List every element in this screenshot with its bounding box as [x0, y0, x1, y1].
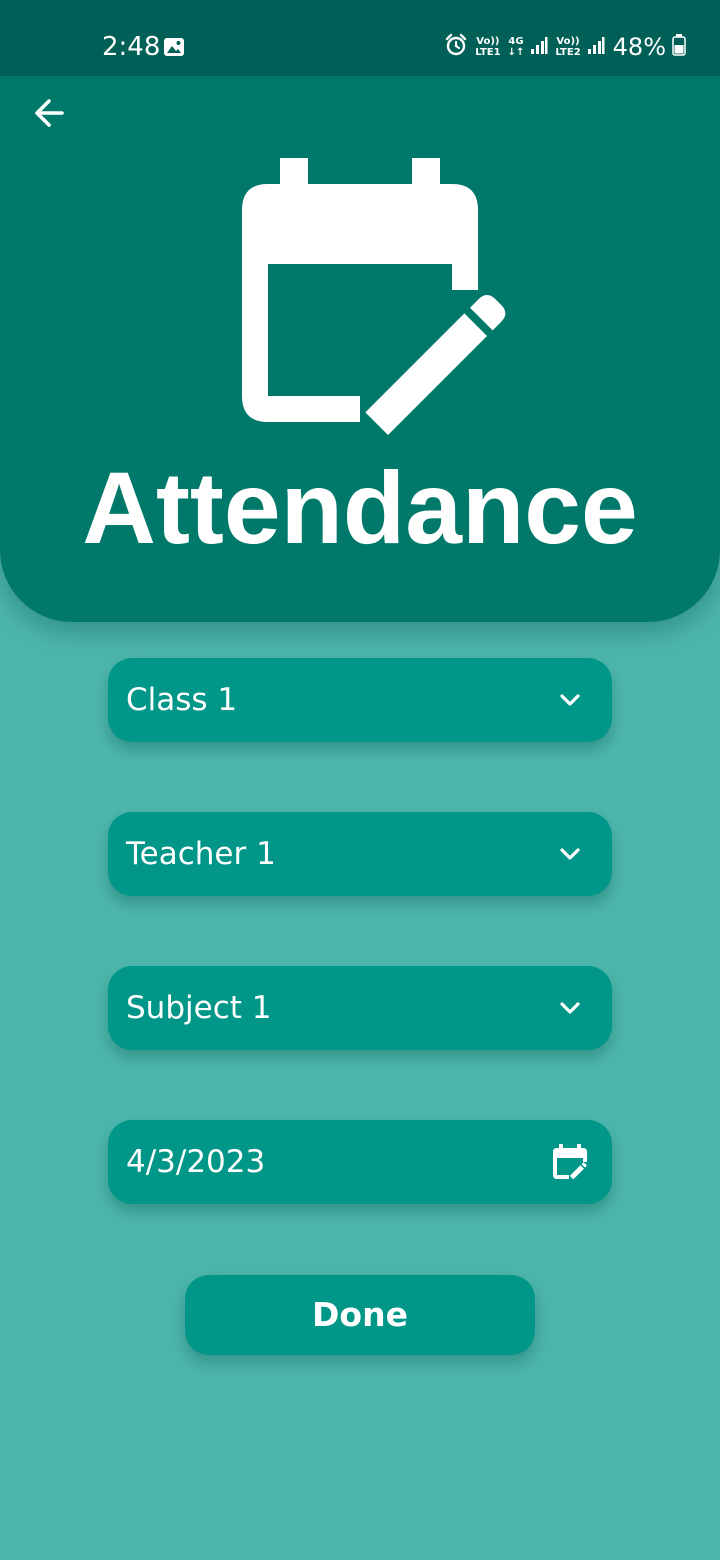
page-title: Attendance	[82, 451, 638, 565]
back-button[interactable]	[26, 90, 72, 136]
chevron-down-icon	[552, 990, 588, 1026]
teacher-dropdown[interactable]: Teacher 1	[108, 812, 612, 896]
teacher-value: Teacher 1	[126, 836, 276, 872]
class-value: Class 1	[126, 682, 238, 718]
image-icon	[163, 37, 185, 57]
signal-icon	[587, 35, 605, 59]
done-button[interactable]: Done	[185, 1275, 535, 1355]
status-indicators: Vo)) LTE1 4G ↓↑ Vo)) LTE2 48%	[438, 32, 686, 62]
signal-icon	[530, 35, 548, 59]
subject-value: Subject 1	[126, 990, 272, 1026]
network-type: 4G ↓↑	[508, 36, 525, 58]
sim2-volte-bottom: LTE2	[555, 47, 581, 58]
battery-percent: 48%	[612, 33, 666, 61]
calendar-edit-icon	[238, 156, 510, 438]
arrow-left-icon	[35, 99, 64, 127]
sim1-volte-bottom: LTE1	[475, 47, 501, 58]
network-type-label: 4G	[508, 36, 524, 47]
status-time: 2:48	[102, 32, 161, 62]
date-value: 4/3/2023	[126, 1144, 266, 1180]
header: Attendance	[0, 0, 720, 622]
sim2-volte-label: Vo)) LTE2	[555, 36, 580, 58]
sim1-volte-top: Vo))	[476, 36, 500, 47]
sim2-volte-top: Vo))	[556, 36, 580, 47]
date-field[interactable]: 4/3/2023	[108, 1120, 612, 1204]
calendar-edit-icon[interactable]	[552, 1144, 588, 1180]
chevron-down-icon	[552, 836, 588, 872]
chevron-down-icon	[552, 682, 588, 718]
alarm-icon	[444, 33, 468, 61]
status-bar: 2:48 Vo)) LTE1 4G ↓↑ Vo)) LTE2 48%	[0, 0, 720, 76]
battery-icon	[672, 34, 686, 60]
class-dropdown[interactable]: Class 1	[108, 658, 612, 742]
data-arrows-icon: ↓↑	[507, 47, 525, 58]
sim1-volte-label: Vo)) LTE1	[475, 36, 500, 58]
subject-dropdown[interactable]: Subject 1	[108, 966, 612, 1050]
